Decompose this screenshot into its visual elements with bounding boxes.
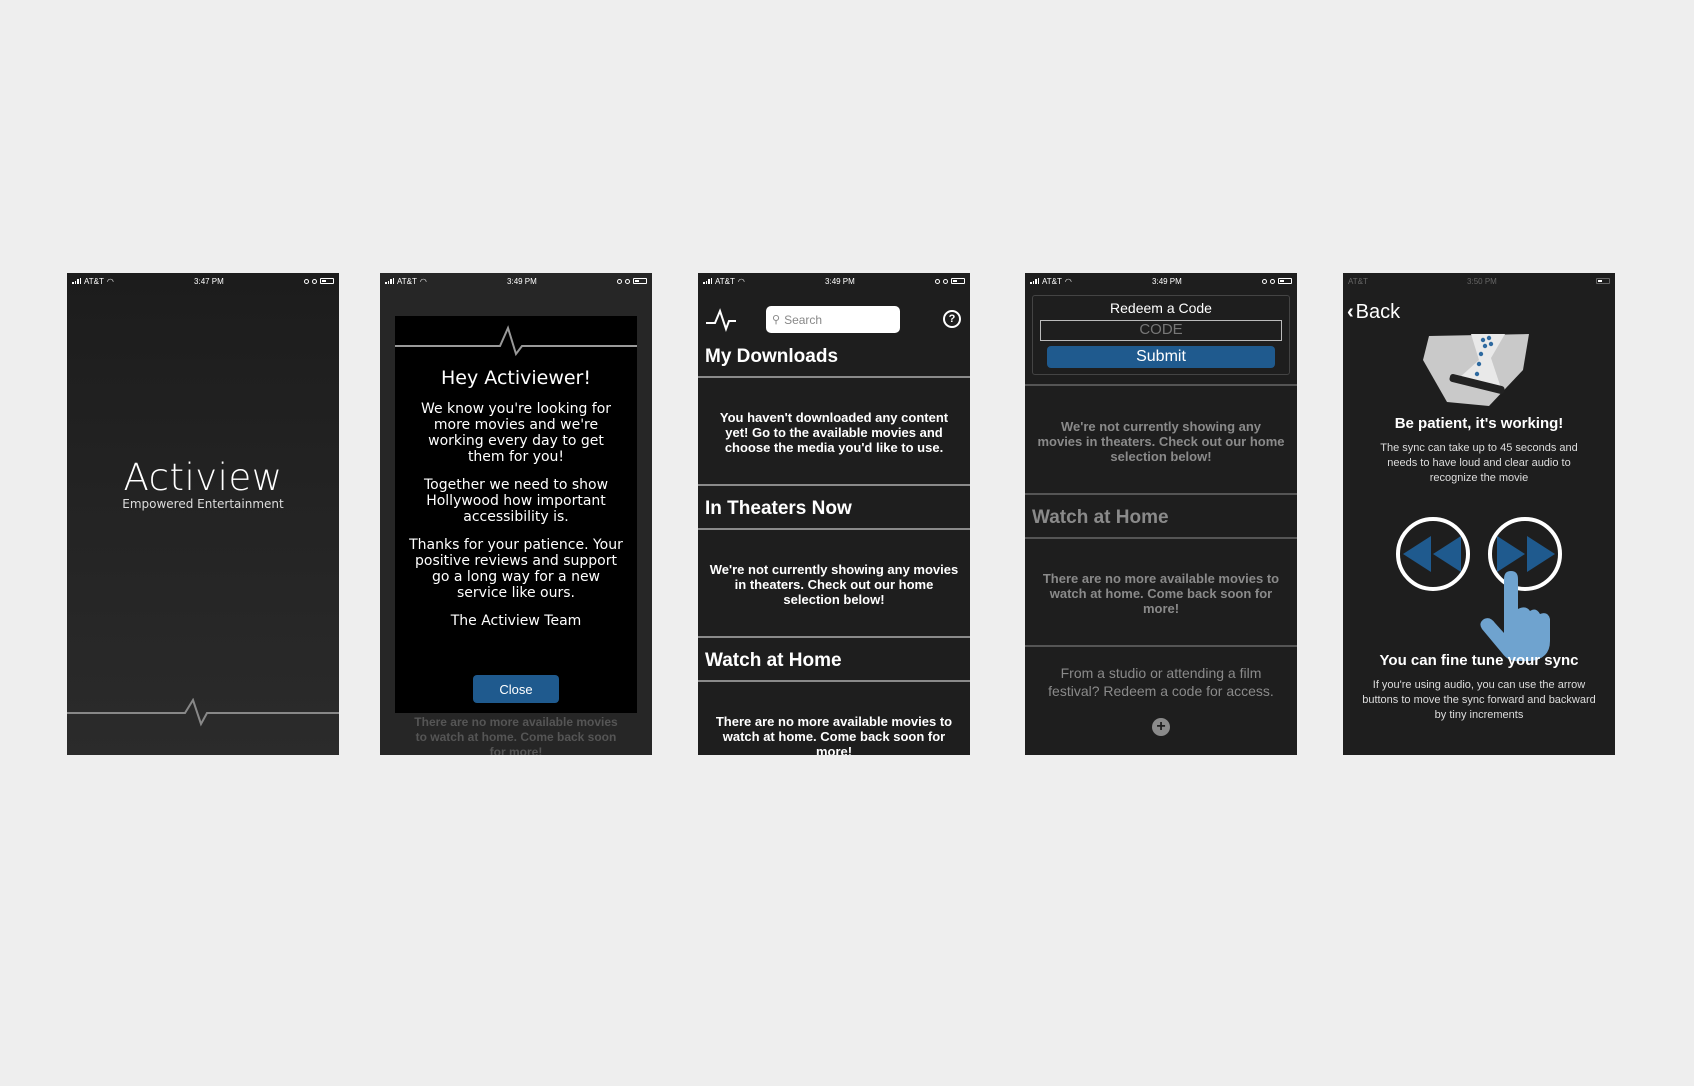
divider	[1025, 537, 1297, 539]
status-bar: AT&T ◠ 3:49 PM	[698, 273, 970, 289]
add-code-icon[interactable]: +	[1152, 718, 1170, 736]
alarm-icon	[1269, 278, 1275, 284]
logo-pulse-icon[interactable]	[705, 308, 737, 332]
carrier-label: AT&T	[1042, 276, 1062, 286]
modal-paragraph: Together we need to show Hollywood how i…	[423, 477, 609, 525]
wifi-icon: ◠	[737, 276, 745, 286]
status-bar: AT&T ◠ 3:47 PM	[67, 273, 339, 289]
pulse-line-icon	[395, 325, 637, 357]
section-title-downloads: My Downloads	[705, 346, 839, 367]
modal-title: Hey Activiewer!	[441, 367, 591, 389]
rewind-button[interactable]	[1395, 516, 1471, 592]
background-home-msg: There are no more available movies to wa…	[414, 715, 618, 755]
clock: 3:50 PM	[1467, 276, 1497, 286]
carrier-label: AT&T	[1348, 276, 1368, 286]
theaters-empty-msg: We're not currently showing any movies i…	[1037, 419, 1285, 464]
code-input[interactable]: CODE	[1040, 320, 1282, 341]
home-empty-msg: There are no more available movies to wa…	[1042, 571, 1280, 616]
top-nav: ⚲ Search ?	[698, 306, 970, 336]
welcome-modal: Hey Activiewer! We know you're looking f…	[395, 316, 637, 713]
clock: 3:49 PM	[1152, 276, 1182, 286]
battery-icon	[1277, 278, 1292, 284]
alarm-icon	[624, 278, 630, 284]
welcome-screen: AT&T ◠ 3:49 PM There are no more availabl…	[380, 273, 652, 755]
divider	[698, 528, 970, 530]
theaters-empty-msg: We're not currently showing any movies i…	[709, 562, 959, 607]
modal-paragraph: Thanks for your patience. Your positive …	[409, 537, 623, 601]
divider	[698, 484, 970, 486]
location-icon	[616, 278, 622, 284]
back-label: Back	[1355, 301, 1401, 323]
divider	[1025, 493, 1297, 495]
signal-icon	[703, 278, 712, 284]
battery-icon	[319, 278, 334, 284]
home-screen: AT&T ◠ 3:49 PM ⚲ Search ? My Downloads Yo…	[698, 273, 970, 755]
battery-icon	[950, 278, 965, 284]
status-bar: AT&T 3:50 PM	[1343, 273, 1615, 289]
battery-icon	[632, 278, 647, 284]
divider	[698, 636, 970, 638]
divider	[698, 680, 970, 682]
clock: 3:49 PM	[507, 276, 537, 286]
location-icon	[1261, 278, 1267, 284]
back-button[interactable]: ‹ Back	[1347, 301, 1400, 324]
location-icon	[934, 278, 940, 284]
studio-msg: From a studio or attending a film festiv…	[1048, 665, 1274, 699]
redeem-title: Redeem a Code	[1110, 300, 1212, 316]
fine-tune-title: You can fine tune your sync	[1379, 652, 1579, 669]
search-icon: ⚲	[772, 314, 781, 326]
status-bar: AT&T ◠ 3:49 PM	[380, 273, 652, 289]
signal-icon	[385, 278, 394, 284]
status-bar: AT&T ◠ 3:49 PM	[1025, 273, 1297, 289]
sync-screen: AT&T 3:50 PM ‹ Back Be patient, it's wor…	[1343, 273, 1615, 755]
divider	[1025, 384, 1297, 386]
section-title-theaters: In Theaters Now	[705, 498, 852, 519]
signal-icon	[1030, 278, 1039, 284]
downloads-empty-msg: You haven't downloaded any content yet! …	[719, 410, 949, 455]
patience-title: Be patient, it's working!	[1394, 415, 1564, 432]
wifi-icon: ◠	[1064, 276, 1072, 286]
hourglass-sync-icon	[1423, 334, 1529, 406]
alarm-icon	[942, 278, 948, 284]
location-icon	[303, 278, 309, 284]
divider	[1025, 645, 1297, 647]
patience-text: The sync can take up to 45 seconds and n…	[1380, 442, 1578, 484]
carrier-label: AT&T	[715, 276, 735, 286]
wifi-icon: ◠	[106, 276, 114, 286]
pulse-line-icon	[67, 698, 339, 727]
carrier-label: AT&T	[84, 276, 104, 286]
fine-tune-text: If you're using audio, you can use the a…	[1362, 679, 1596, 721]
submit-button[interactable]: Submit	[1047, 346, 1275, 368]
help-icon[interactable]: ?	[943, 310, 961, 328]
app-brand: Actiview	[123, 456, 283, 499]
search-input[interactable]: ⚲ Search	[766, 306, 900, 333]
modal-signature: The Actiview Team	[450, 613, 582, 629]
search-placeholder: Search	[784, 312, 823, 327]
signal-icon	[72, 278, 81, 284]
app-tagline: Empowered Entertainment	[122, 497, 284, 511]
section-title-home: Watch at Home	[1032, 507, 1169, 528]
redeem-screen: AT&T ◠ 3:49 PM Redeem a Code CODE Submit …	[1025, 273, 1297, 755]
carrier-label: AT&T	[397, 276, 417, 286]
clock: 3:49 PM	[825, 276, 855, 286]
clock: 3:47 PM	[194, 276, 224, 286]
section-title-home: Watch at Home	[705, 650, 842, 671]
close-button[interactable]: Close	[473, 675, 559, 703]
wifi-icon: ◠	[419, 276, 427, 286]
splash-screen: AT&T ◠ 3:47 PM Actiview Empowered Enterta…	[67, 273, 339, 755]
home-empty-msg: There are no more available movies to wa…	[715, 714, 953, 755]
alarm-icon	[311, 278, 317, 284]
redeem-panel: Redeem a Code CODE Submit	[1032, 295, 1290, 375]
chevron-left-icon: ‹	[1347, 301, 1354, 323]
modal-paragraph: We know you're looking for more movies a…	[420, 401, 612, 465]
divider	[698, 376, 970, 378]
battery-icon	[1596, 278, 1610, 284]
